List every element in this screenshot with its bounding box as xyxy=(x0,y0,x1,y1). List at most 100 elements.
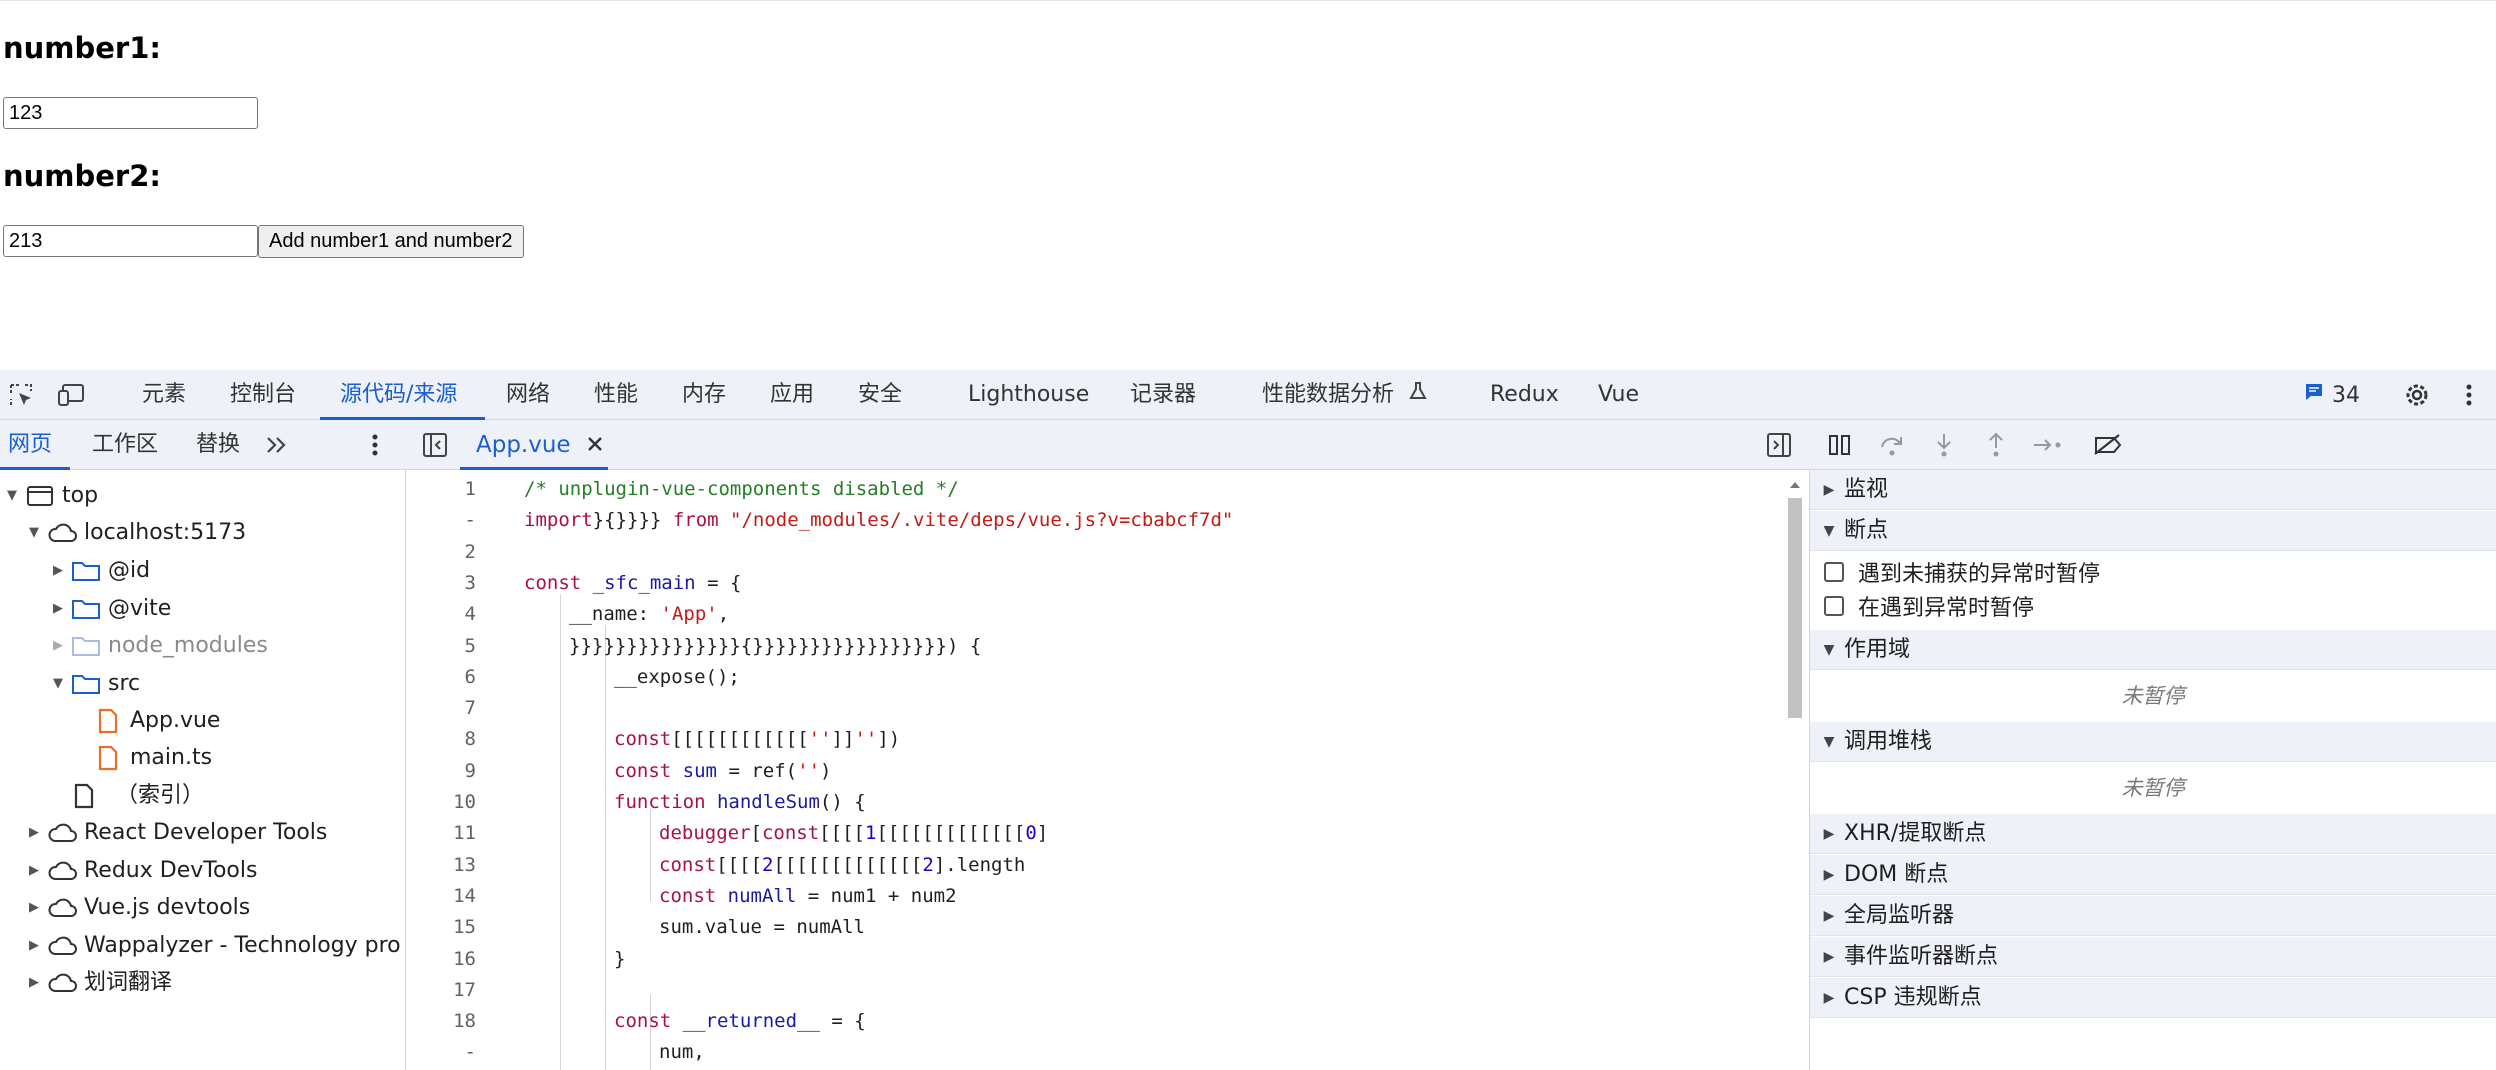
tab-recorder[interactable]: 记录器 xyxy=(1128,370,1198,420)
tree-item-redux-devtools[interactable]: ▶ Redux DevTools xyxy=(0,853,257,889)
toggle-debugger-icon[interactable] xyxy=(1764,430,1794,460)
pause-caught-checkbox[interactable] xyxy=(1824,596,1844,616)
close-tab-icon[interactable] xyxy=(587,420,603,470)
debugger-toolbar xyxy=(1810,420,2496,470)
step-over-icon[interactable] xyxy=(1876,430,1908,460)
nav-tab-page[interactable]: 网页 xyxy=(8,420,52,470)
step-into-icon[interactable] xyxy=(1928,430,1960,460)
pause-uncaught-checkbox[interactable] xyxy=(1824,562,1844,582)
tab-vue[interactable]: Vue xyxy=(1596,370,1641,420)
section-watch[interactable]: ▶ 监视 xyxy=(1810,470,2496,510)
code-line: /* unplugin-vue-components disabled */ xyxy=(524,478,959,500)
tab-redux[interactable]: Redux xyxy=(1488,370,1561,420)
tree-item-top[interactable]: ▼ top xyxy=(0,478,98,514)
line-number[interactable]: 9 xyxy=(416,756,476,787)
section-csp-breakpoints[interactable]: ▶ CSP 违规断点 xyxy=(1810,978,2496,1018)
tree-item-src-folder[interactable]: ▼ src xyxy=(0,666,140,702)
issues-badge[interactable]: 34 xyxy=(2304,382,2360,408)
line-number[interactable]: 10 xyxy=(416,787,476,818)
device-toolbar-icon[interactable] xyxy=(56,380,86,410)
collapsed-arrow-icon: ▶ xyxy=(1823,481,1835,498)
line-number[interactable]: 16 xyxy=(416,944,476,975)
code-content[interactable]: /* unplugin-vue-components disabled */ im… xyxy=(514,470,1784,1070)
file-icon xyxy=(92,706,124,736)
tab-lighthouse[interactable]: Lighthouse xyxy=(966,370,1091,420)
navigator-menu-icon[interactable] xyxy=(360,430,390,460)
line-number[interactable]: - xyxy=(416,505,476,536)
section-breakpoints[interactable]: ▼ 断点 xyxy=(1810,511,2496,551)
section-global-listeners[interactable]: ▶ 全局监听器 xyxy=(1810,896,2496,936)
tree-label: React Developer Tools xyxy=(84,820,328,845)
tab-network[interactable]: 网络 xyxy=(504,370,552,420)
line-number[interactable]: 3 xyxy=(416,568,476,599)
tree-label: （索引） xyxy=(116,783,205,808)
tab-memory[interactable]: 内存 xyxy=(680,370,728,420)
tab-console[interactable]: 控制台 xyxy=(228,370,298,420)
nav-tab-workspace[interactable]: 工作区 xyxy=(92,420,158,470)
inspect-element-icon[interactable] xyxy=(6,380,36,410)
tab-performance-insights[interactable]: 性能数据分析 xyxy=(1260,370,1429,420)
tree-item-vite-folder[interactable]: ▶ @vite xyxy=(0,591,171,627)
tree-item-react-devtools[interactable]: ▶ React Developer Tools xyxy=(0,815,327,851)
number2-input[interactable] xyxy=(3,225,258,257)
tab-performance[interactable]: 性能 xyxy=(592,370,640,420)
line-number[interactable]: 8 xyxy=(416,724,476,755)
tree-item-localhost[interactable]: ▼ localhost:5173 xyxy=(0,515,246,551)
toggle-navigator-icon[interactable] xyxy=(420,430,450,460)
scrollbar-thumb[interactable] xyxy=(1788,498,1802,718)
code-line: const _sfc_main = { xyxy=(524,571,742,594)
settings-gear-icon[interactable] xyxy=(2402,380,2432,410)
tree-label: @vite xyxy=(108,596,172,621)
line-number[interactable]: 1 xyxy=(416,474,476,505)
deactivate-breakpoints-icon[interactable] xyxy=(2092,430,2124,460)
editor-tab-label: App.vue xyxy=(476,432,571,458)
more-tabs-chevron-icon[interactable] xyxy=(262,430,292,460)
line-number[interactable]: 5 xyxy=(416,631,476,662)
section-call-stack[interactable]: ▼ 调用堆栈 xyxy=(1810,722,2496,762)
cloud-icon xyxy=(46,818,78,848)
section-event-listener-breakpoints[interactable]: ▶ 事件监听器断点 xyxy=(1810,937,2496,977)
line-number[interactable]: 18 xyxy=(416,1006,476,1037)
section-scope[interactable]: ▼ 作用域 xyxy=(1810,630,2496,670)
tab-sources[interactable]: 源代码/来源 xyxy=(338,370,459,420)
line-number[interactable]: 17 xyxy=(416,975,476,1006)
line-number[interactable]: 15 xyxy=(416,912,476,943)
tab-application[interactable]: 应用 xyxy=(768,370,816,420)
tree-item-id-folder[interactable]: ▶ @id xyxy=(0,553,150,589)
tab-elements[interactable]: 元素 xyxy=(140,370,188,420)
pause-uncaught-option[interactable]: 遇到未捕获的异常时暂停 xyxy=(1824,556,2100,588)
number1-input[interactable] xyxy=(3,97,258,129)
tree-item-translator[interactable]: ▶ 划词翻译 xyxy=(0,965,172,1001)
line-number[interactable]: 4 xyxy=(416,599,476,630)
tree-item-vue-devtools[interactable]: ▶ Vue.js devtools xyxy=(0,890,250,926)
line-number[interactable]: 14 xyxy=(416,881,476,912)
pause-caught-option[interactable]: 在遇到异常时暂停 xyxy=(1824,590,2034,622)
expanded-arrow-icon: ▼ xyxy=(53,676,63,691)
line-number[interactable]: 2 xyxy=(416,537,476,568)
line-number[interactable]: - xyxy=(416,1037,476,1068)
nav-tab-overrides[interactable]: 替换 xyxy=(196,420,240,470)
tree-item-app-vue[interactable]: App.vue xyxy=(0,703,220,739)
file-icon xyxy=(68,781,100,811)
section-dom-breakpoints[interactable]: ▶ DOM 断点 xyxy=(1810,855,2496,895)
scroll-up-arrow-icon[interactable] xyxy=(1786,478,1804,492)
line-number[interactable]: 6 xyxy=(416,662,476,693)
tree-item-node-modules-folder[interactable]: ▶ node_modules xyxy=(0,628,268,664)
step-out-icon[interactable] xyxy=(1980,430,2012,460)
tab-security[interactable]: 安全 xyxy=(856,370,904,420)
tree-item-index[interactable]: （索引） xyxy=(0,778,204,814)
tree-item-wappalyzer[interactable]: ▶ Wappalyzer - Technology pro xyxy=(0,928,401,964)
expanded-arrow-icon: ▼ xyxy=(7,488,17,503)
section-xhr-breakpoints[interactable]: ▶ XHR/提取断点 xyxy=(1810,814,2496,854)
tree-item-main-ts[interactable]: main.ts xyxy=(0,740,212,776)
add-numbers-button[interactable]: Add number1 and number2 xyxy=(258,225,524,258)
pause-resume-icon[interactable] xyxy=(1824,430,1856,460)
line-number[interactable]: 11 xyxy=(416,818,476,849)
editor-scrollbar[interactable] xyxy=(1786,478,1804,1070)
editor-tab-app-vue[interactable]: App.vue xyxy=(476,420,603,470)
more-options-icon[interactable] xyxy=(2454,380,2484,410)
line-number[interactable]: 13 xyxy=(416,850,476,881)
line-number[interactable]: 7 xyxy=(416,693,476,724)
section-breakpoints-label: 断点 xyxy=(1844,517,1889,543)
step-icon[interactable] xyxy=(2032,430,2064,460)
